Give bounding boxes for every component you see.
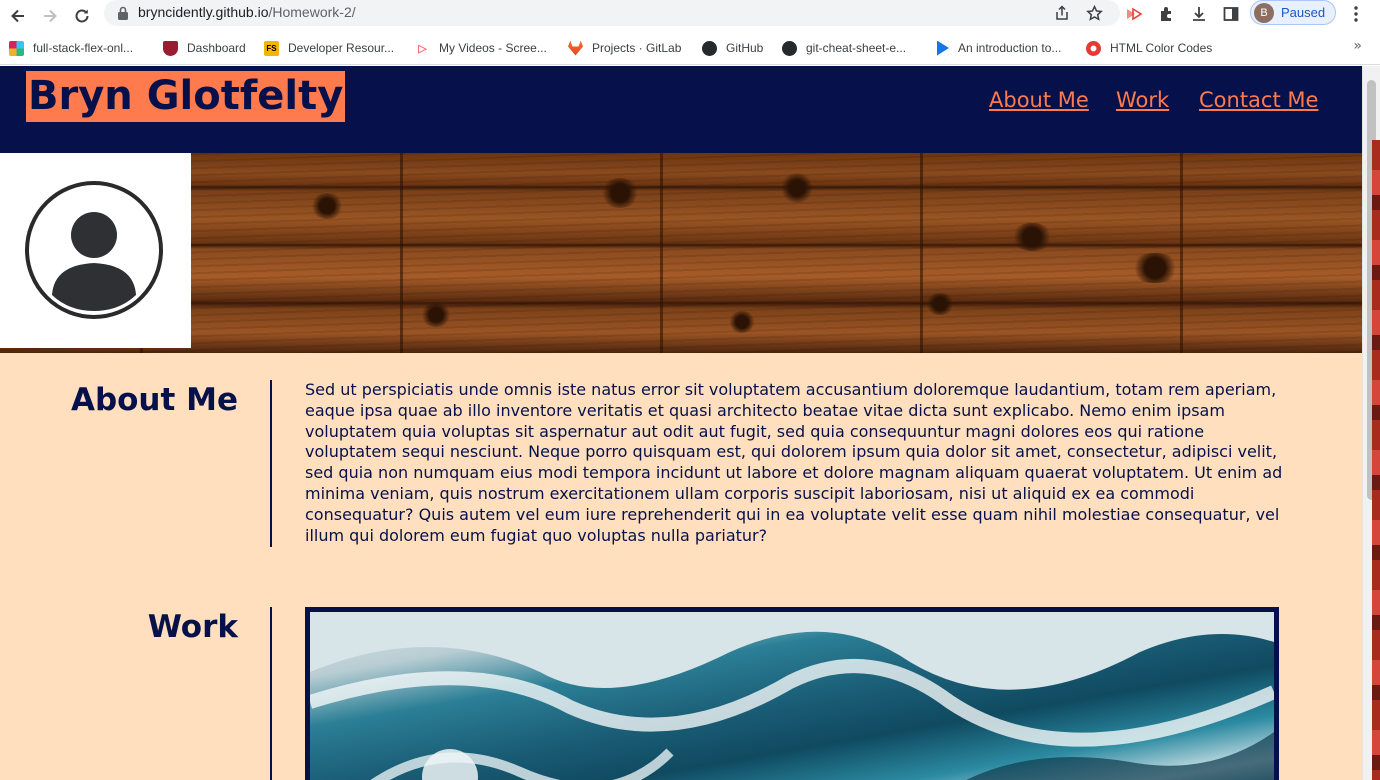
site-brand: Bryn Glotfelty	[26, 71, 346, 122]
work-heading: Work	[147, 609, 238, 645]
play-icon	[937, 40, 949, 56]
gitlab-icon	[568, 40, 583, 56]
url-path: /Homework-2/	[268, 4, 356, 20]
bookmark-label: Dashboard	[187, 41, 246, 55]
more-menu-icon[interactable]	[1345, 3, 1367, 25]
bookmark-item[interactable]: GitHub	[702, 38, 763, 58]
nav-link-work[interactable]: Work	[1116, 88, 1169, 112]
bookmark-label: My Videos - Scree...	[439, 41, 547, 55]
site-header: Bryn Glotfelty About Me Work Contact Me	[0, 66, 1362, 153]
video-icon: ▷	[418, 42, 427, 55]
forward-icon[interactable]	[37, 3, 63, 29]
profile-avatar-card	[0, 153, 191, 348]
work-divider	[270, 607, 272, 780]
shield-icon	[163, 40, 178, 56]
bookmark-label: git-cheat-sheet-e...	[806, 41, 907, 55]
nav-link-about-me[interactable]: About Me	[989, 88, 1089, 112]
fs-icon: FS	[264, 40, 279, 56]
share-icon[interactable]	[1052, 3, 1072, 23]
profile-status: Paused	[1281, 5, 1326, 20]
bookmark-label: GitHub	[726, 41, 764, 55]
profile-button[interactable]: B Paused	[1250, 0, 1336, 25]
download-icon[interactable]	[1188, 3, 1210, 25]
background-window-edge	[1372, 140, 1380, 780]
bookmark-item[interactable]: ▷ My Videos - Scree...	[415, 38, 547, 58]
back-icon[interactable]	[5, 3, 31, 29]
browser-toolbar: bryncidently.github.io/Homework-2/ B Pau…	[0, 0, 1380, 33]
bookmark-item[interactable]: Projects · GitLab	[568, 38, 681, 58]
work-project-card[interactable]	[305, 607, 1279, 780]
work-project-image	[310, 612, 1274, 780]
bookmark-label: full-stack-flex-onl...	[33, 41, 134, 55]
bookmark-item[interactable]: An introduction to...	[934, 38, 1061, 58]
bookmark-item[interactable]: git-cheat-sheet-e...	[782, 38, 906, 58]
bookmark-item[interactable]: HTML Color Codes	[1086, 38, 1212, 58]
url-host: bryncidently.github.io	[138, 4, 269, 20]
bookmark-item[interactable]: FS Developer Resour...	[264, 38, 394, 58]
hero-banner-image	[0, 153, 1362, 353]
github-icon	[702, 40, 717, 56]
color-icon	[1086, 40, 1101, 56]
bookmark-label: Projects · GitLab	[592, 41, 682, 55]
lock-icon	[118, 6, 128, 20]
side-panel-icon[interactable]	[1220, 3, 1242, 25]
bookmarks-bar: full-stack-flex-onl... Dashboard FS Devel…	[0, 33, 1380, 65]
about-me-text: Sed ut perspiciatis unde omnis iste natu…	[305, 380, 1283, 545]
slack-icon	[9, 40, 24, 56]
screencastify-icon[interactable]	[1123, 3, 1145, 25]
url-text: bryncidently.github.io/Homework-2/	[138, 4, 356, 20]
bookmark-item[interactable]: full-stack-flex-onl...	[9, 38, 133, 58]
page-viewport: Bryn Glotfelty About Me Work Contact Me …	[0, 66, 1362, 780]
address-bar[interactable]: bryncidently.github.io/Homework-2/	[104, 0, 1120, 26]
github-icon	[782, 40, 797, 56]
bookmark-item[interactable]: Dashboard	[163, 38, 246, 58]
bookmark-label: An introduction to...	[958, 41, 1062, 55]
bookmarks-overflow[interactable]: »	[1353, 38, 1362, 54]
about-me-heading: About Me	[70, 382, 238, 418]
reload-icon[interactable]	[69, 3, 95, 29]
about-divider	[270, 380, 272, 547]
profile-avatar: B	[1254, 3, 1274, 23]
user-avatar-icon	[25, 181, 163, 319]
bookmark-star-icon[interactable]	[1084, 3, 1104, 23]
bookmark-label: Developer Resour...	[288, 41, 395, 55]
extensions-icon[interactable]	[1156, 3, 1178, 25]
bookmark-label: HTML Color Codes	[1110, 41, 1213, 55]
nav-link-contact-me[interactable]: Contact Me	[1199, 88, 1318, 112]
